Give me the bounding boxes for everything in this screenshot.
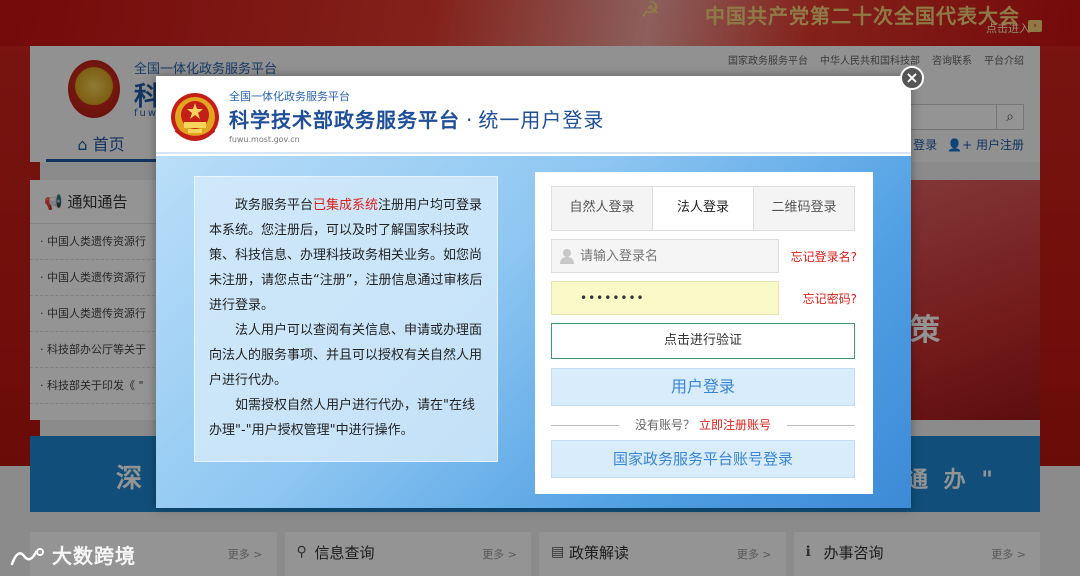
tabs-divider [551,230,855,231]
watermark-text: 大数跨境 [52,544,136,568]
modal-title: 科学技术部政务服务平台 · 统一用户登录 [229,104,604,133]
user-icon [560,249,574,264]
modal-title-main: 科学技术部政务服务平台 [229,108,460,132]
login-button[interactable]: 用户登录 [551,368,855,406]
login-card: 自然人登录 法人登录 二维码登录 忘记登录名? 忘记密码? 点击进行验证 用户登… [535,172,873,494]
modal-subtitle: 全国一体化政务服务平台 [229,90,350,103]
no-account-text: 没有账号？ 立即注册账号 [635,416,771,433]
intro-text: 注册用户均可登录本系统。您注册后，可以及时了解国家科技政策、科技信息、办理科技政… [209,198,483,313]
intro-highlight: 已集成系统 [313,198,379,213]
modal-title-separator: · [466,108,473,132]
tab-natural-person[interactable]: 自然人登录 [552,187,653,230]
intro-paragraph-2: 法人用户可以查阅有关信息、申请或办理面向法人的服务事项、并且可以授权有关自然人用… [209,323,483,388]
divider-line [551,425,619,426]
password-field[interactable] [551,281,779,315]
login-tabs: 自然人登录 法人登录 二维码登录 [551,186,855,231]
national-emblem-icon [171,93,219,141]
register-link[interactable]: 立即注册账号 [699,418,771,432]
password-input[interactable] [580,282,776,314]
national-platform-login-button[interactable]: 国家政务服务平台账号登录 [551,440,855,478]
username-field[interactable] [551,239,779,273]
intro-text-box: 政务服务平台已集成系统注册用户均可登录本系统。您注册后，可以及时了解国家科技政策… [194,176,498,462]
verify-button[interactable]: 点击进行验证 [551,323,855,359]
modal-header: 全国一体化政务服务平台 科学技术部政务服务平台 · 统一用户登录 fuwu.mo… [156,76,911,154]
tab-qrcode[interactable]: 二维码登录 [754,187,854,230]
intro-text: 政务服务平台 [235,198,314,213]
username-input[interactable] [580,240,776,272]
modal-url: fuwu.most.gov.cn [229,135,300,144]
modal-title-sub: 统一用户登录 [478,108,605,132]
tab-legal-person[interactable]: 法人登录 [653,187,754,231]
no-account-row: 没有账号？ 立即注册账号 [551,416,855,434]
modal-body: 政务服务平台已集成系统注册用户均可登录本系统。您注册后，可以及时了解国家科技政策… [156,156,911,508]
intro-paragraph-3: 如需授权自然人用户进行代办，请在"在线办理"-"用户授权管理"中进行操作。 [209,398,475,438]
watermark-logo-icon [10,548,44,566]
forgot-password-link[interactable]: 忘记密码? [803,290,857,307]
no-account-label: 没有账号？ [634,418,695,432]
intro-paragraph-1: 政务服务平台已集成系统注册用户均可登录本系统。您注册后，可以及时了解国家科技政策… [209,193,483,318]
divider-line [787,425,855,426]
forgot-username-link[interactable]: 忘记登录名? [791,248,857,265]
login-modal: 全国一体化政务服务平台 科学技术部政务服务平台 · 统一用户登录 fuwu.mo… [156,66,924,508]
close-icon[interactable]: × [900,66,924,90]
